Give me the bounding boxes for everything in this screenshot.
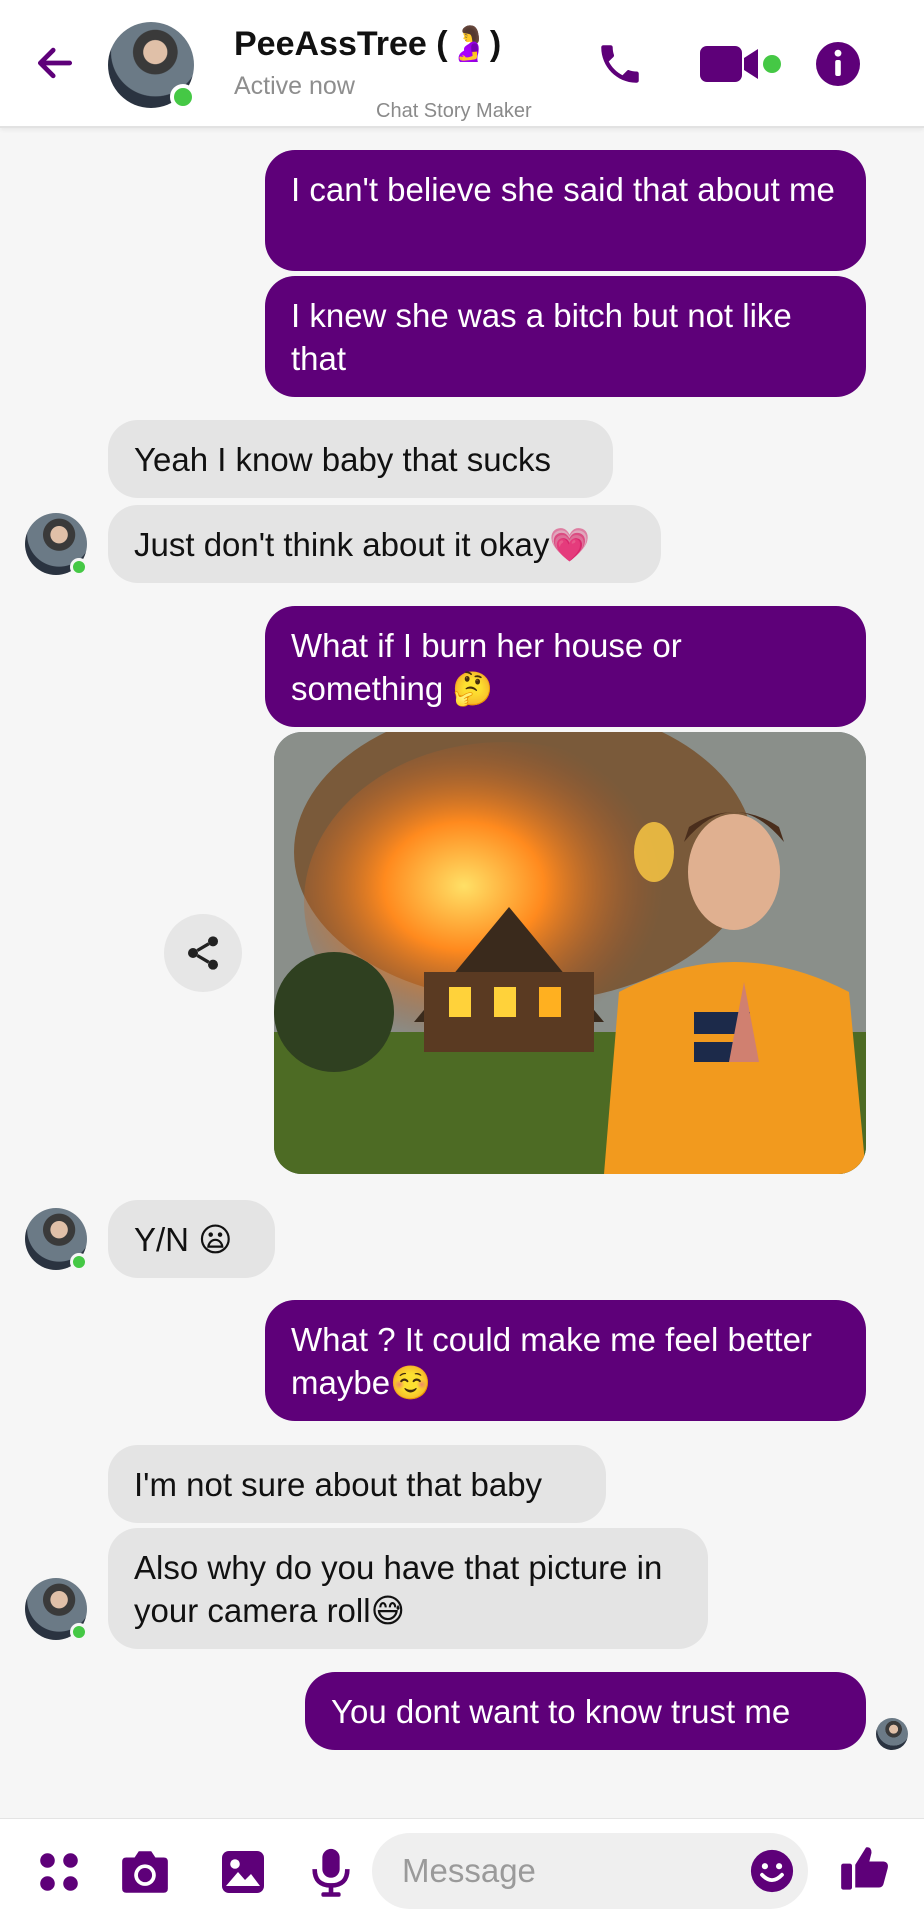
call-button[interactable] <box>592 36 648 92</box>
back-button[interactable] <box>30 38 80 88</box>
microphone-button[interactable] <box>304 1845 358 1899</box>
message-bubble-incoming[interactable]: I'm not sure about that baby <box>108 1445 606 1523</box>
online-indicator <box>170 84 196 110</box>
video-call-button[interactable] <box>698 40 788 90</box>
apps-button[interactable] <box>32 1845 86 1899</box>
avatar <box>25 1208 88 1271</box>
thumbs-up-icon <box>841 1847 888 1890</box>
message-bubble-incoming[interactable]: Yeah I know baby that sucks <box>108 420 613 498</box>
message-bubble-outgoing[interactable]: I knew she was a bitch but not like that <box>265 276 866 397</box>
emoji-icon <box>750 1849 794 1893</box>
share-button[interactable] <box>164 914 242 992</box>
microphone-icon <box>312 1848 350 1897</box>
info-button[interactable] <box>812 38 864 90</box>
camera-icon <box>122 1851 168 1893</box>
phone-icon <box>601 45 639 83</box>
emoji-button[interactable] <box>746 1845 798 1897</box>
gallery-button[interactable] <box>216 1845 270 1899</box>
video-camera-icon <box>700 46 781 82</box>
gallery-icon <box>222 1851 264 1893</box>
apps-grid-icon <box>40 1853 78 1891</box>
seen-indicator-avatar <box>876 1718 908 1750</box>
share-icon <box>188 936 218 970</box>
message-bubble-incoming[interactable]: Y/N 😦 <box>108 1200 275 1278</box>
message-input[interactable] <box>372 1833 808 1909</box>
info-icon <box>816 42 860 86</box>
message-bubble-outgoing[interactable]: What if I burn her house or something 🤔 <box>265 606 866 727</box>
avatar <box>25 513 88 576</box>
composer-bar <box>0 1818 924 1920</box>
message-bubble-outgoing[interactable]: I can't believe she said that about me <box>265 150 866 271</box>
contact-name[interactable]: PeeAssTree (🤰) <box>234 24 501 64</box>
message-bubble-incoming[interactable]: Also why do you have that picture in you… <box>108 1528 708 1649</box>
active-status: Active now <box>234 72 355 100</box>
camera-button[interactable] <box>118 1845 172 1899</box>
like-button[interactable] <box>838 1841 892 1895</box>
message-bubble-incoming[interactable]: Just don't think about it okay💗 <box>108 505 661 583</box>
contact-avatar[interactable] <box>108 22 196 110</box>
burning-house-image <box>274 732 866 1174</box>
watermark: Chat Story Maker <box>376 100 532 122</box>
avatar <box>25 1578 88 1641</box>
message-bubble-outgoing[interactable]: What ? It could make me feel better mayb… <box>265 1300 866 1421</box>
message-bubble-outgoing[interactable]: You dont want to know trust me <box>305 1672 866 1750</box>
shared-photo[interactable] <box>274 732 866 1174</box>
chat-header: PeeAssTree (🤰) Active now Chat Story Mak… <box>0 0 924 128</box>
arrow-left-icon <box>37 47 73 79</box>
